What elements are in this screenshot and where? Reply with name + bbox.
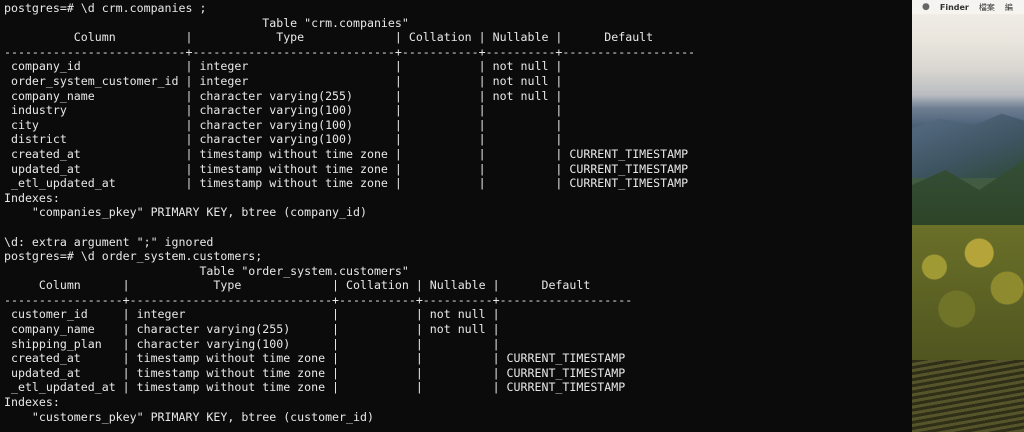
terminal-line: "customers_pkey" PRIMARY KEY, btree (cus… [4, 409, 374, 424]
terminal-line: postgres=# \d crm.companies ; [4, 1, 207, 15]
terminal-line: Table "crm.companies" [4, 15, 409, 30]
terminal-line: company_id | integer | | not null | [4, 59, 563, 74]
menu-bar: ● Finder 檔案 編 [912, 0, 1024, 14]
terminal-line: shipping_plan | character varying(100) |… [4, 336, 500, 351]
apple-icon[interactable]: ● [922, 2, 930, 12]
terminal-line: Indexes: [4, 190, 60, 205]
terminal-line: "companies_pkey" PRIMARY KEY, btree (com… [4, 205, 367, 220]
terminal-line: \d: extra argument ";" ignored [4, 234, 214, 249]
terminal-line: company_name | character varying(255) | … [4, 322, 500, 337]
terminal-line: --------------------------+-------------… [4, 44, 696, 59]
menu-item-file[interactable]: 檔案 [979, 2, 995, 13]
terminal-line: Indexes: [4, 395, 60, 410]
menu-item-edit[interactable]: 編 [1005, 2, 1013, 13]
desktop-wallpaper [912, 0, 1024, 432]
terminal-line: Column | Type | Collation | Nullable | D… [4, 278, 591, 293]
terminal-line: updated_at | timestamp without time zone… [4, 161, 689, 176]
mountain-ridge [912, 113, 1024, 178]
terminal-line: _etl_updated_at | timestamp without time… [4, 380, 626, 395]
terminal-line: city | character varying(100) | | | [4, 117, 563, 132]
terminal-window[interactable]: postgres=# \d crm.companies ; Table "crm… [0, 0, 912, 432]
terminal-line: order_system_customer_id | integer | | n… [4, 73, 563, 88]
terminal-line: _etl_updated_at | timestamp without time… [4, 176, 689, 191]
terminal-output: postgres=# \d crm.companies ; Table "crm… [0, 0, 912, 424]
terminal-line: -----------------+----------------------… [4, 292, 633, 307]
terminal-line: Table "order_system.customers" [4, 263, 409, 278]
menu-item-finder[interactable]: Finder [940, 3, 969, 12]
autumn-trees [912, 225, 1024, 365]
terminal-line: industry | character varying(100) | | | [4, 103, 563, 118]
terminal-line: postgres=# \d order_system.customers; [4, 249, 263, 264]
terminal-line: customer_id | integer | | not null | [4, 307, 500, 322]
terminal-line: company_name | character varying(255) | … [4, 88, 563, 103]
terminal-line: created_at | timestamp without time zone… [4, 351, 626, 366]
terminal-line: updated_at | timestamp without time zone… [4, 365, 626, 380]
terminal-line: created_at | timestamp without time zone… [4, 146, 689, 161]
terminal-line: Column | Type | Collation | Nullable | D… [4, 30, 654, 45]
terminal-line: district | character varying(100) | | | [4, 132, 563, 147]
vineyard-rows [912, 360, 1024, 432]
